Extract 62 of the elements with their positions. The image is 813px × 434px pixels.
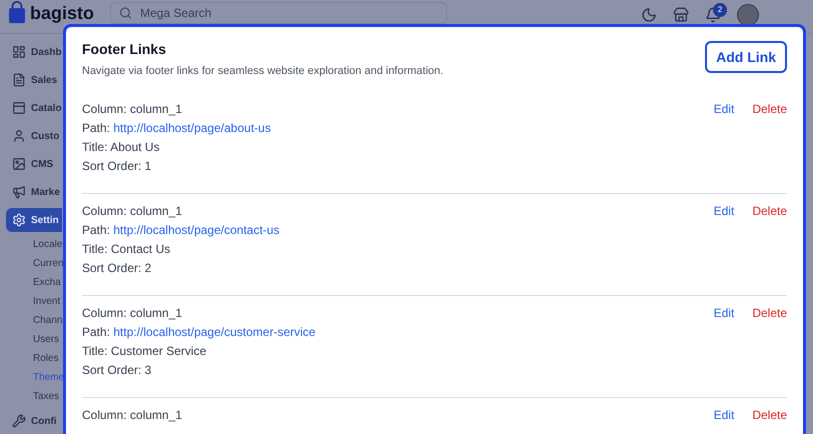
title-text: Title: About Us: [82, 138, 161, 156]
wrench-icon: [12, 414, 26, 428]
title-text: Title: Customer Service: [82, 342, 208, 360]
sidebar-item[interactable]: Dashb: [6, 40, 62, 64]
sidebar-subitem[interactable]: Excha: [33, 274, 62, 291]
search-field[interactable]: Mega Search: [110, 2, 448, 24]
sidebar-subitem[interactable]: Chann: [33, 312, 62, 329]
path-link[interactable]: http://localhost/page/customer-service: [113, 324, 316, 338]
path-link[interactable]: http://localhost/page/about-us: [113, 120, 271, 134]
sidebar-subitem[interactable]: Users: [33, 331, 62, 348]
sidebar-subitem[interactable]: Theme: [33, 369, 62, 386]
path-text: Path: http://localhost/page/contact-us: [82, 222, 280, 238]
search-icon: [119, 6, 132, 20]
dashboard-icon: [12, 45, 26, 59]
sidebar-subitem[interactable]: Taxes: [33, 388, 62, 405]
sidebar-subitem[interactable]: Curren: [33, 255, 62, 272]
avatar[interactable]: [737, 4, 759, 26]
edit-link[interactable]: Edit: [714, 304, 734, 322]
delete-link[interactable]: Delete: [752, 406, 787, 424]
document-icon: [12, 73, 26, 87]
column-text: Column: column_1: [82, 100, 184, 118]
sidebar-item[interactable]: CMS: [6, 152, 62, 176]
delete-link[interactable]: Delete: [752, 304, 787, 322]
panel-icon: [12, 101, 26, 115]
sidebar-item[interactable]: Confi: [6, 409, 62, 433]
sidebar-item[interactable]: Catalo: [6, 96, 62, 120]
sort-order-text: Sort Order: 1: [82, 158, 152, 174]
shopping-bag-icon: [8, 1, 26, 24]
sidebar-item[interactable]: Marke: [6, 180, 62, 204]
notification-badge: 2: [713, 2, 727, 16]
sort-order-text: Sort Order: 3: [82, 362, 152, 378]
search-input[interactable]: Mega Search: [140, 6, 438, 20]
logo-text: bagisto: [30, 2, 94, 22]
edit-link[interactable]: Edit: [714, 202, 734, 220]
sidebar-item[interactable]: Custo: [6, 124, 62, 148]
sidebar-subitem[interactable]: Invent: [33, 293, 62, 310]
path-link[interactable]: http://localhost/page/contact-us: [113, 222, 280, 236]
store-icon[interactable]: [673, 6, 689, 22]
title-text: Title: Contact Us: [82, 240, 172, 258]
delete-link[interactable]: Delete: [752, 100, 787, 118]
add-link-button[interactable]: Add Link: [705, 41, 787, 73]
person-icon: [12, 129, 26, 143]
edit-link[interactable]: Edit: [714, 406, 734, 424]
delete-link[interactable]: Delete: [752, 202, 787, 220]
megaphone-icon: [12, 185, 26, 199]
edit-link[interactable]: Edit: [714, 100, 734, 118]
settings-icon: [12, 213, 26, 227]
column-text: Column: column_1: [82, 202, 184, 220]
path-text: Path: http://localhost/page/customer-service: [82, 324, 316, 340]
path-text: Path: http://localhost/page/about-us: [82, 120, 271, 136]
sidebar-subitem[interactable]: Locale: [33, 236, 62, 253]
sidebar-item[interactable]: Sales: [6, 68, 62, 92]
image-icon: [12, 157, 26, 171]
moon-icon[interactable]: [641, 6, 657, 22]
modal-subtitle: Navigate via footer links for seamless website exploration and information.: [82, 64, 444, 79]
sort-order-text: Sort Order: 2: [82, 260, 152, 276]
sidebar-item[interactable]: Settin: [6, 208, 62, 232]
column-text: Column: column_1: [82, 406, 182, 424]
sidebar-subitem[interactable]: Roles: [33, 350, 62, 367]
notification-bell-icon[interactable]: [705, 6, 721, 22]
column-text: Column: column_1: [82, 304, 184, 322]
modal-title: Footer Links: [82, 40, 168, 59]
